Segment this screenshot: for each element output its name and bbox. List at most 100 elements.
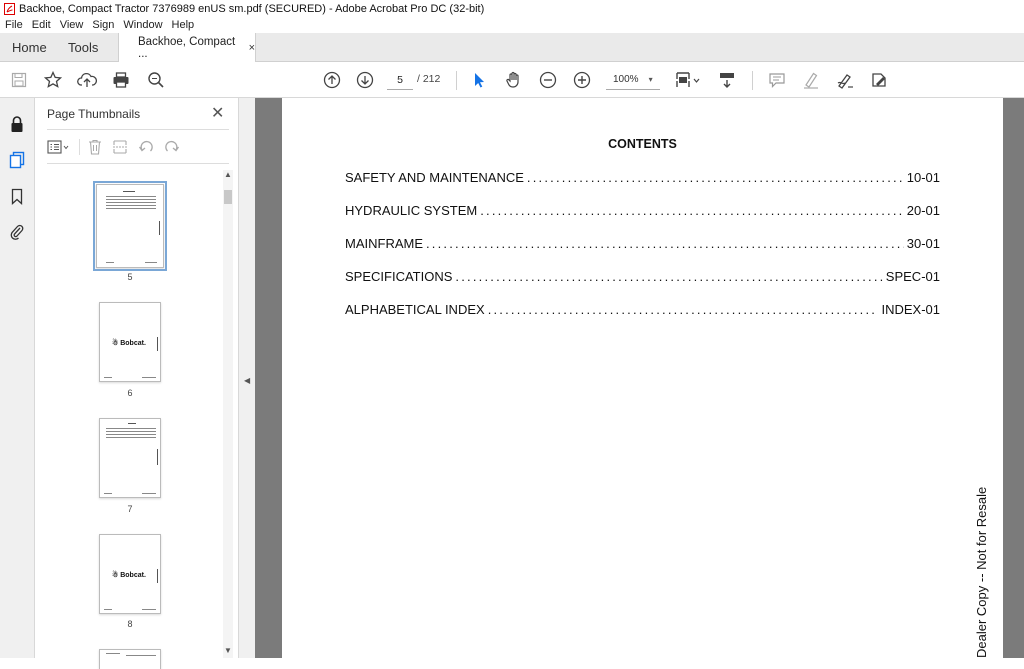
upload-icon[interactable]: [77, 62, 97, 98]
page-heading: CONTENTS: [608, 137, 677, 151]
page-total: / 212: [417, 73, 441, 85]
menu-help[interactable]: Help: [172, 19, 195, 31]
tab-tools[interactable]: Tools: [68, 40, 98, 55]
comment-icon[interactable]: [767, 62, 787, 98]
chevron-left-icon: ◀: [244, 376, 251, 385]
title-bar: Backhoe, Compact Tractor 7376989 enUS sm…: [0, 0, 1024, 17]
zoom-out-icon[interactable]: [538, 62, 558, 98]
mini-text-line: [157, 569, 158, 583]
mini-text-line: [106, 431, 156, 432]
mini-text-line: [142, 377, 156, 378]
thumbnail-page-7[interactable]: [99, 418, 161, 498]
mini-text-line: [106, 434, 156, 435]
toc-page: 20-01: [906, 203, 940, 218]
toc-entry[interactable]: SPECIFICATIONS .........................…: [345, 269, 940, 302]
rotate-left-icon[interactable]: [138, 139, 154, 155]
panel-divider: [47, 129, 229, 130]
thumbnail-page-8[interactable]: ☃ Bobcat.: [99, 534, 161, 614]
scroll-mode-icon[interactable]: [716, 62, 738, 98]
hand-icon[interactable]: [504, 62, 524, 98]
tab-home[interactable]: Home: [12, 40, 47, 55]
scrollbar-thumb[interactable]: [224, 190, 232, 204]
menu-edit[interactable]: Edit: [32, 19, 51, 31]
menu-file[interactable]: File: [5, 19, 23, 31]
toolbar-divider: [79, 139, 80, 155]
mini-text-line: [106, 428, 156, 429]
pdf-page: CONTENTS SAFETY AND MAINTENANCE ........…: [282, 98, 1003, 658]
mini-text-line: [126, 655, 156, 656]
mini-text-line: [106, 202, 156, 203]
mini-text-line: [106, 437, 156, 438]
bobcat-logo: ☃ Bobcat.: [112, 340, 146, 347]
mini-text-line: [106, 205, 156, 206]
search-icon[interactable]: [146, 62, 166, 98]
toc-title: SAFETY AND MAINTENANCE: [345, 170, 524, 185]
mini-text-line: [159, 221, 160, 235]
toc-leader: ........................................…: [455, 269, 882, 284]
thumbnail-tools: [47, 136, 190, 158]
toc-page: SPEC-01: [885, 269, 940, 284]
fill-sign-icon[interactable]: [869, 62, 889, 98]
mini-text-line: [123, 191, 135, 192]
toc-page: 30-01: [906, 236, 940, 251]
tab-document[interactable]: Backhoe, Compact ... ×: [118, 33, 256, 62]
next-page-icon[interactable]: [355, 62, 375, 98]
document-view[interactable]: CONTENTS SAFETY AND MAINTENANCE ........…: [255, 98, 1024, 658]
toc-title: ALPHABETICAL INDEX: [345, 302, 485, 317]
close-panel-icon[interactable]: ✕: [211, 103, 224, 123]
toc-leader: ........................................…: [487, 302, 879, 317]
lock-icon[interactable]: [8, 115, 26, 133]
toc-entry[interactable]: HYDRAULIC SYSTEM .......................…: [345, 203, 940, 236]
thumbnails-scrollbar[interactable]: ▲ ▼: [223, 170, 233, 658]
thumbnail-page-partial[interactable]: [99, 649, 161, 669]
trash-icon[interactable]: [88, 139, 102, 155]
attachments-icon[interactable]: [8, 222, 26, 240]
toc-title: HYDRAULIC SYSTEM: [345, 203, 478, 218]
menu-window[interactable]: Window: [123, 19, 162, 31]
menu-view[interactable]: View: [60, 19, 84, 31]
table-of-contents: SAFETY AND MAINTENANCE .................…: [345, 170, 940, 335]
toc-title: SPECIFICATIONS: [345, 269, 453, 284]
highlight-icon[interactable]: [801, 62, 821, 98]
mini-text-line: [157, 449, 158, 465]
thumbnail-label: 7: [127, 504, 133, 514]
bookmark-star-icon[interactable]: [43, 62, 63, 98]
extract-pages-icon[interactable]: [112, 139, 128, 155]
left-rail: [0, 98, 35, 658]
close-tab-icon[interactable]: ×: [249, 42, 255, 54]
mini-text-line: [104, 609, 112, 610]
mini-text-line: [142, 609, 156, 610]
prev-page-icon[interactable]: [322, 62, 342, 98]
options-menu-icon[interactable]: [47, 140, 69, 154]
mini-text-line: [106, 196, 156, 197]
menu-sign[interactable]: Sign: [92, 19, 114, 31]
mini-text-line: [106, 653, 120, 654]
toolbar: / 212 100% ▾: [0, 62, 1024, 98]
toc-entry[interactable]: SAFETY AND MAINTENANCE .................…: [345, 170, 940, 203]
page-number-input[interactable]: [387, 70, 413, 90]
page-thumbnails-icon[interactable]: [8, 151, 26, 169]
sign-icon[interactable]: [835, 62, 855, 98]
select-cursor-icon[interactable]: [470, 62, 488, 98]
toc-page: INDEX-01: [881, 302, 940, 317]
thumbnail-page-6[interactable]: ☃ Bobcat.: [99, 302, 161, 382]
panel-collapse-handle[interactable]: ◀: [239, 98, 255, 658]
page-view-icon[interactable]: [674, 62, 702, 98]
thumbnail-label: 5: [127, 272, 133, 282]
save-icon[interactable]: [10, 62, 28, 98]
menu-bar: File Edit View Sign Window Help: [0, 17, 1024, 33]
zoom-select[interactable]: 100% ▾: [606, 70, 660, 90]
thumbnail-page-5[interactable]: [93, 181, 167, 271]
toc-entry[interactable]: MAINFRAME ..............................…: [345, 236, 940, 269]
bookmarks-icon[interactable]: [8, 187, 26, 205]
bobcat-logo: ☃ Bobcat.: [112, 572, 146, 579]
toc-leader: ........................................…: [426, 236, 904, 251]
mini-text-line: [106, 262, 114, 263]
scroll-up-icon[interactable]: ▲: [223, 170, 233, 182]
rotate-right-icon[interactable]: [164, 139, 180, 155]
toc-entry[interactable]: ALPHABETICAL INDEX .....................…: [345, 302, 940, 335]
mini-text-line: [106, 208, 156, 209]
scroll-down-icon[interactable]: ▼: [223, 646, 233, 658]
zoom-in-icon[interactable]: [572, 62, 592, 98]
print-icon[interactable]: [111, 62, 131, 98]
